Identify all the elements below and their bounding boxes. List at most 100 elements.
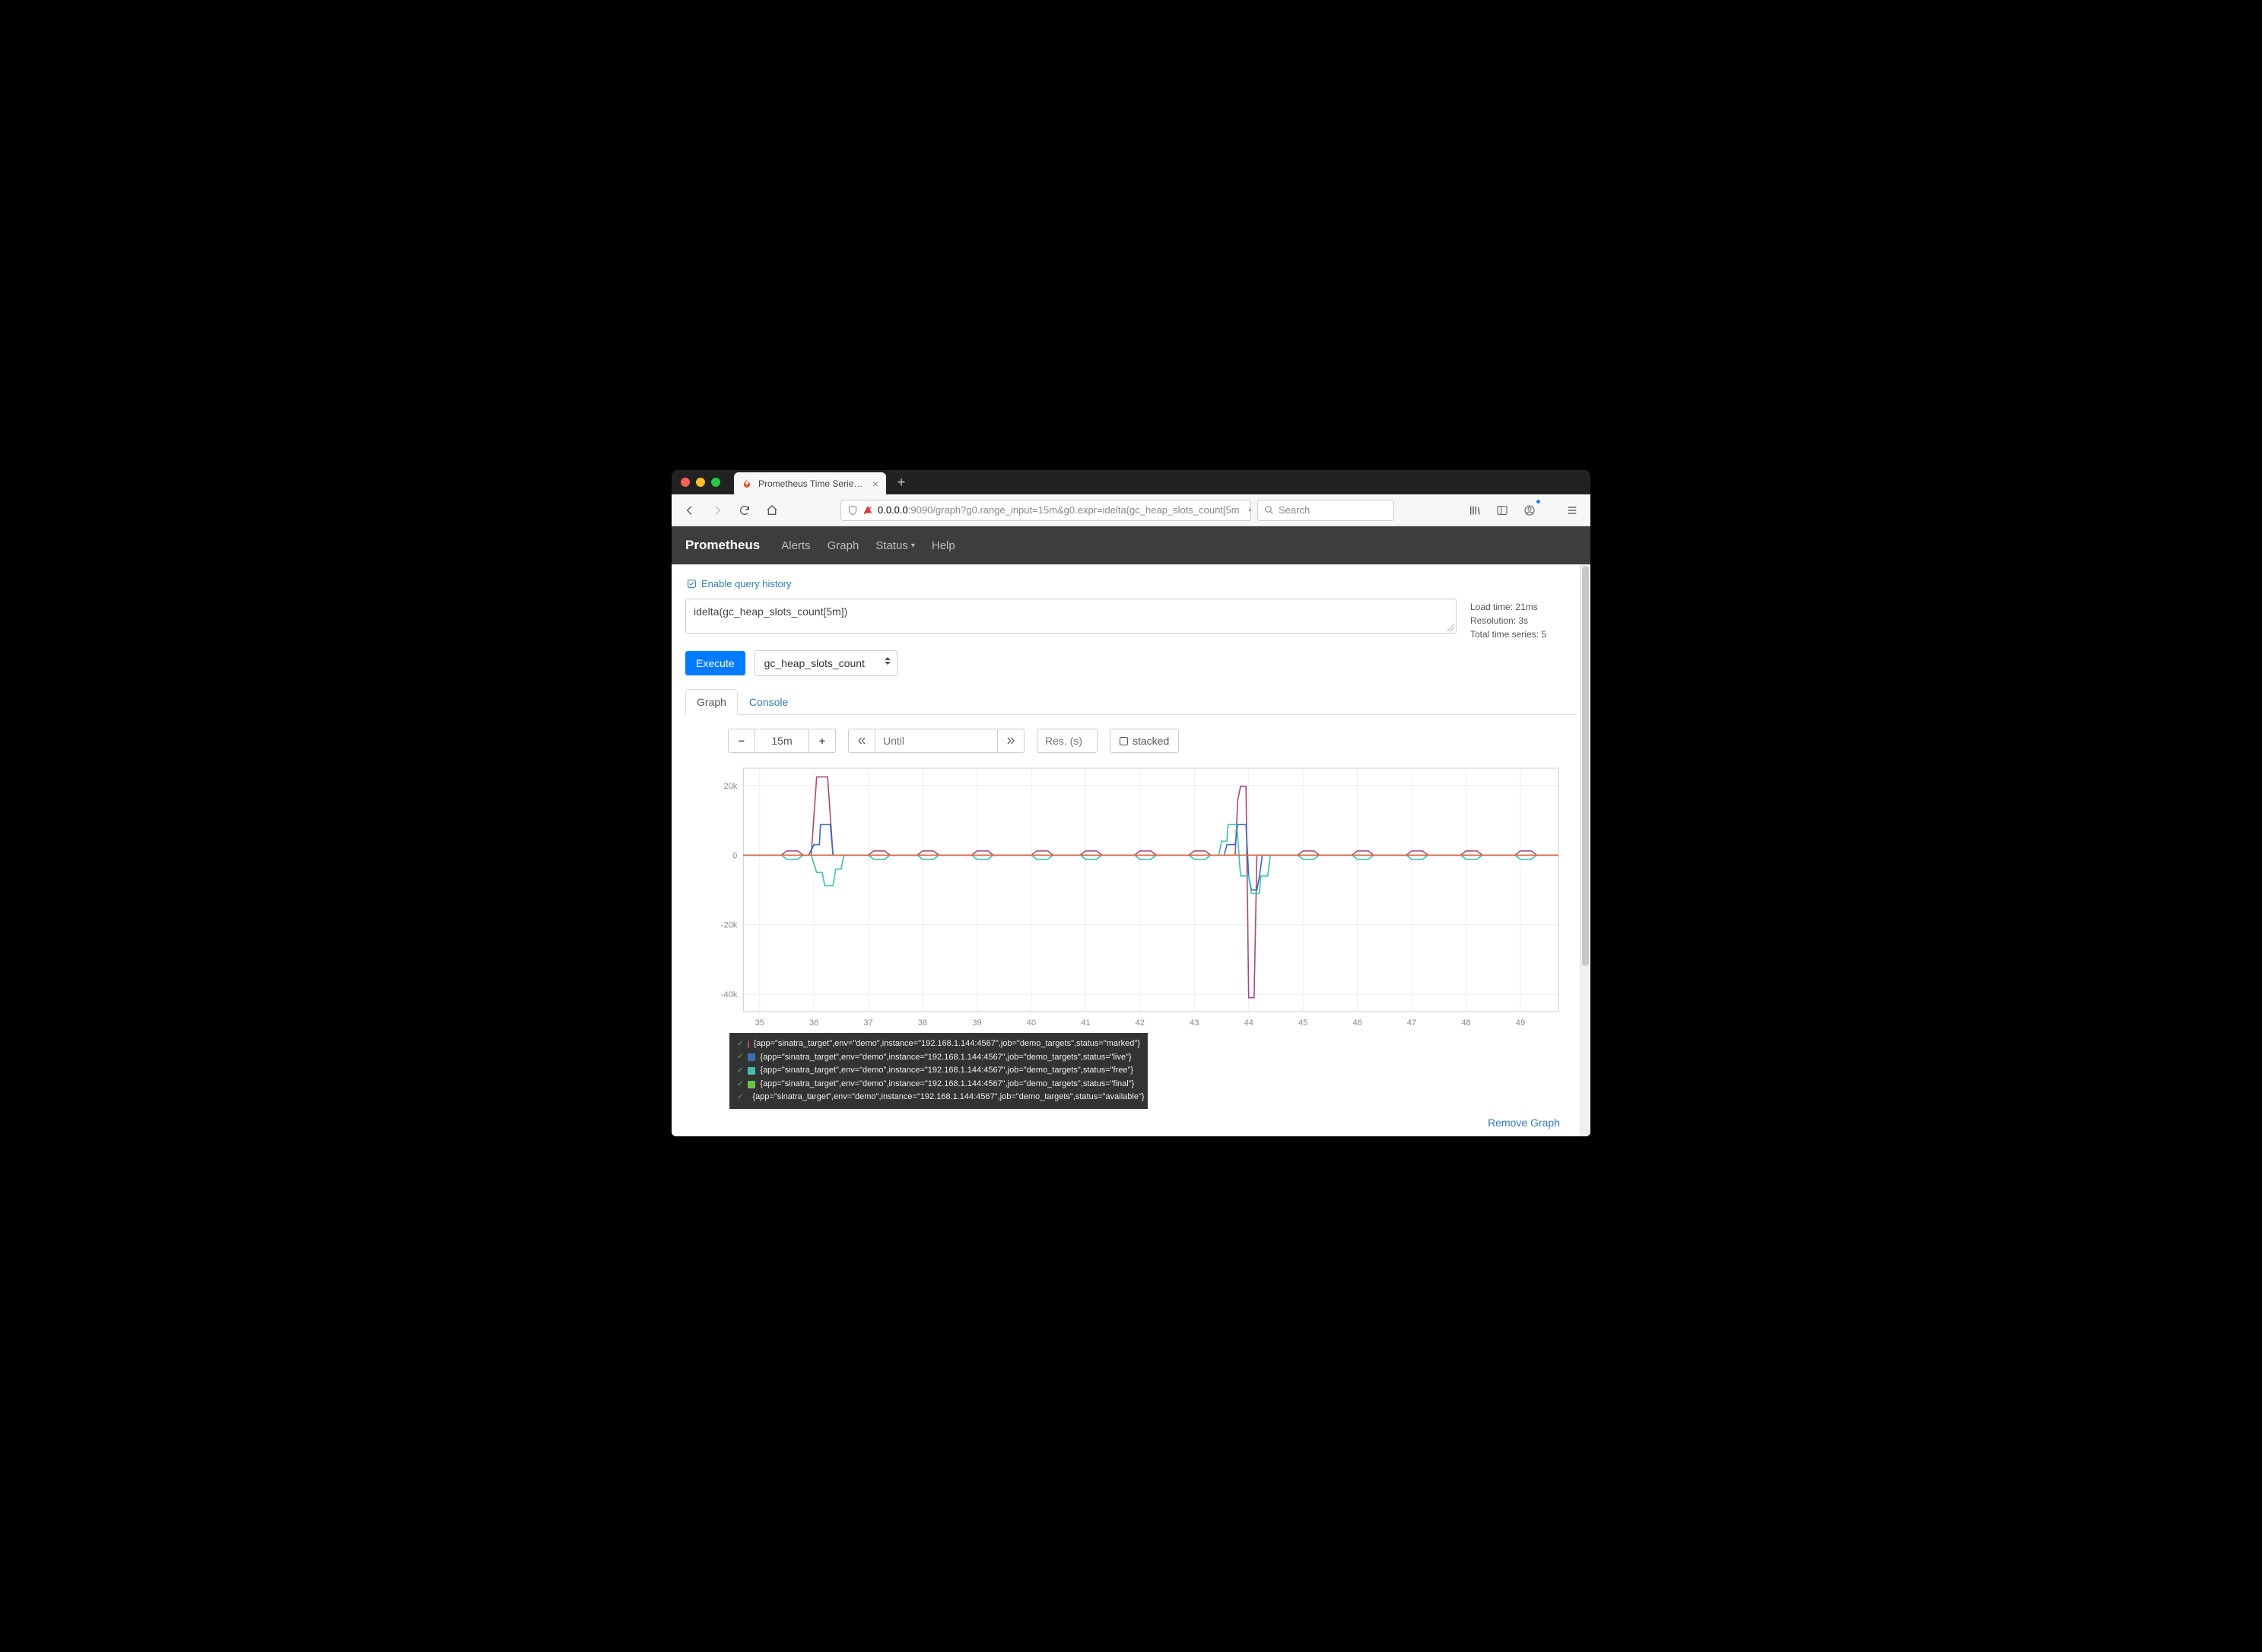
window-titlebar: Prometheus Time Series Collec × + [672, 470, 1590, 494]
legend-label: {app="sinatra_target",env="demo",instanc… [752, 1091, 1144, 1104]
svg-text:39: 39 [972, 1018, 981, 1028]
browser-window: Prometheus Time Series Collec × + 0.0.0.… [672, 470, 1590, 1136]
until-input[interactable] [875, 729, 997, 753]
scrollbar[interactable] [1580, 564, 1590, 1136]
stacked-toggle[interactable]: stacked [1110, 729, 1179, 753]
check-icon: ✓ [737, 1079, 743, 1091]
svg-text:35: 35 [755, 1018, 764, 1028]
profile-icon[interactable] [1519, 500, 1540, 521]
minimize-window-button[interactable] [696, 478, 705, 487]
svg-text:49: 49 [1516, 1018, 1525, 1028]
url-text: 0.0.0.0:9090/graph?g0.range_input=15m&g0… [878, 504, 1240, 516]
page-actions-icon[interactable]: ••• [1249, 504, 1251, 516]
chevron-down-icon: ▾ [911, 542, 915, 550]
legend-label: {app="sinatra_target",env="demo",instanc… [760, 1078, 1134, 1091]
search-icon [1264, 505, 1274, 515]
browser-toolbar: 0.0.0.0:9090/graph?g0.range_input=15m&g0… [672, 494, 1590, 526]
checkbox-icon [1120, 737, 1128, 745]
range-decrease-button[interactable]: − [728, 729, 755, 753]
legend-item[interactable]: ✓ {app="sinatra_target",env="demo",insta… [737, 1091, 1140, 1104]
url-bar[interactable]: 0.0.0.0:9090/graph?g0.range_input=15m&g0… [840, 500, 1251, 521]
legend-item[interactable]: ✓ {app="sinatra_target",env="demo",insta… [737, 1078, 1140, 1091]
window-controls [681, 478, 720, 487]
svg-text:0: 0 [732, 851, 737, 860]
svg-text:37: 37 [863, 1018, 872, 1028]
home-button[interactable] [761, 500, 783, 521]
library-icon[interactable] [1464, 500, 1485, 521]
color-swatch [748, 1053, 755, 1061]
remove-graph-row: Remove Graph [685, 1109, 1577, 1129]
check-icon: ✓ [737, 1051, 743, 1063]
search-box[interactable]: Search [1257, 500, 1394, 521]
range-input[interactable] [755, 729, 809, 753]
svg-text:40: 40 [1027, 1018, 1036, 1028]
legend-item[interactable]: ✓ {app="sinatra_target",env="demo",insta… [737, 1051, 1140, 1065]
svg-text:47: 47 [1407, 1018, 1416, 1028]
legend-label: {app="sinatra_target",env="demo",instanc… [760, 1051, 1131, 1065]
time-back-button[interactable] [848, 729, 875, 753]
brand[interactable]: Prometheus [685, 538, 760, 553]
forward-button[interactable] [707, 500, 728, 521]
flame-icon [742, 478, 752, 489]
close-tab-icon[interactable]: × [872, 478, 878, 490]
time-forward-button[interactable] [997, 729, 1025, 753]
svg-text:36: 36 [809, 1018, 818, 1028]
graph-controls: − + stacked [728, 729, 1577, 753]
range-increase-button[interactable]: + [809, 729, 836, 753]
svg-text:46: 46 [1352, 1018, 1361, 1028]
nav-alerts[interactable]: Alerts [781, 539, 810, 552]
stat-resolution: Resolution: 3s [1470, 614, 1577, 627]
color-swatch [748, 1067, 755, 1075]
enable-history-toggle[interactable]: Enable query history [687, 578, 1577, 589]
svg-text:43: 43 [1190, 1018, 1199, 1028]
maximize-window-button[interactable] [711, 478, 720, 487]
svg-text:20k: 20k [723, 782, 737, 791]
site-identity-icon [863, 505, 873, 516]
svg-text:38: 38 [918, 1018, 927, 1028]
legend-label: {app="sinatra_target",env="demo",instanc… [754, 1037, 1140, 1051]
stat-series: Total time series: 5 [1470, 627, 1577, 641]
query-stats: Load time: 21ms Resolution: 3s Total tim… [1470, 599, 1577, 641]
expression-text: idelta(gc_heap_slots_count[5m]) [694, 605, 847, 618]
svg-text:-40k: -40k [721, 990, 738, 999]
stat-load-time: Load time: 21ms [1470, 600, 1577, 614]
svg-text:44: 44 [1244, 1018, 1253, 1028]
result-tabs: Graph Console [685, 688, 1577, 715]
nav-status[interactable]: Status ▾ [875, 539, 915, 552]
page-content: Enable query history idelta(gc_heap_slot… [672, 564, 1590, 1136]
check-icon: ✓ [737, 1038, 743, 1050]
legend-item[interactable]: ✓ {app="sinatra_target",env="demo",insta… [737, 1064, 1140, 1078]
expression-input[interactable]: idelta(gc_heap_slots_count[5m]) [685, 599, 1457, 634]
execute-button[interactable]: Execute [685, 651, 745, 675]
svg-text:42: 42 [1136, 1018, 1145, 1028]
legend: ✓ {app="sinatra_target",env="demo",insta… [729, 1033, 1148, 1109]
tab-title: Prometheus Time Series Collec [758, 478, 866, 489]
search-placeholder: Search [1279, 504, 1310, 516]
legend-item[interactable]: ✓ {app="sinatra_target",env="demo",insta… [737, 1037, 1140, 1051]
browser-tab[interactable]: Prometheus Time Series Collec × [734, 472, 886, 494]
svg-text:45: 45 [1298, 1018, 1307, 1028]
resolution-input[interactable] [1037, 729, 1098, 753]
back-button[interactable] [679, 500, 701, 521]
close-window-button[interactable] [681, 478, 690, 487]
svg-text:41: 41 [1081, 1018, 1090, 1028]
check-icon: ✓ [737, 1065, 743, 1077]
svg-text:-20k: -20k [721, 921, 738, 930]
remove-graph-link[interactable]: Remove Graph [1488, 1117, 1560, 1129]
reload-button[interactable] [734, 500, 755, 521]
nav-help[interactable]: Help [932, 539, 955, 552]
checkbox-icon [687, 579, 697, 589]
legend-label: {app="sinatra_target",env="demo",instanc… [760, 1064, 1133, 1078]
app-navbar: Prometheus Alerts Graph Status ▾ Help [672, 526, 1590, 564]
color-swatch [748, 1081, 755, 1088]
menu-icon[interactable] [1561, 500, 1583, 521]
shield-icon [847, 505, 858, 516]
nav-graph[interactable]: Graph [828, 539, 859, 552]
check-icon: ✓ [737, 1091, 743, 1104]
sidebar-icon[interactable] [1492, 500, 1513, 521]
scrollbar-thumb[interactable] [1582, 566, 1589, 966]
tab-console[interactable]: Console [738, 689, 799, 715]
new-tab-button[interactable]: + [891, 472, 912, 493]
tab-graph[interactable]: Graph [685, 689, 738, 715]
metric-select[interactable]: gc_heap_slots_count [755, 650, 897, 676]
